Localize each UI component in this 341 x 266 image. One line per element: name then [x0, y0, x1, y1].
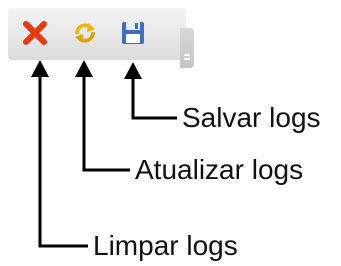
save-logs-label: Salvar logs: [182, 102, 321, 133]
clear-callout-line: [38, 74, 88, 248]
clear-logs-label: Limpar logs: [93, 230, 238, 261]
refresh-callout-line: [82, 74, 130, 172]
save-callout-line: [131, 76, 177, 120]
callout-arrows: [31, 60, 177, 248]
refresh-logs-label: Atualizar logs: [135, 154, 304, 185]
refresh-arrowhead: [75, 60, 93, 77]
clear-arrowhead: [31, 60, 49, 77]
save-arrowhead: [124, 62, 142, 79]
